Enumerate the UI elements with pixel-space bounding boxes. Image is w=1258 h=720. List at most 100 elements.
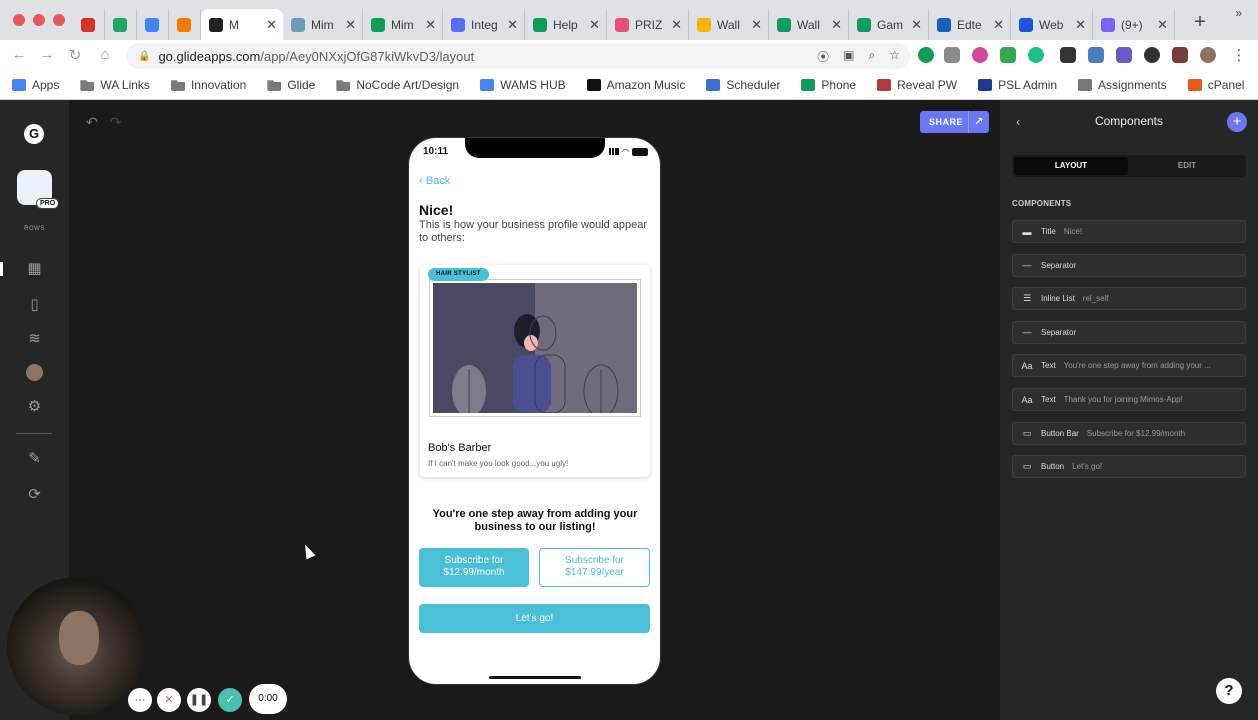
settings-gear-icon[interactable]: ⚙ xyxy=(26,398,43,415)
browser-tab[interactable]: PRIZ ✕ xyxy=(607,9,689,40)
subscribe-yearly-button[interactable]: Subscribe for $147.99/year xyxy=(539,548,650,587)
extension-icon[interactable] xyxy=(1116,47,1132,63)
bookmark-item[interactable]: Reveal PW xyxy=(877,78,957,92)
database-icon[interactable]: ≋ xyxy=(26,330,43,347)
tab-close-icon[interactable]: ✕ xyxy=(425,17,436,33)
tab-close-icon[interactable]: ✕ xyxy=(507,17,518,33)
tab-close-icon[interactable]: ✕ xyxy=(1157,17,1168,33)
help-button[interactable]: ? xyxy=(1216,678,1242,704)
external-link-icon[interactable]: ↗ xyxy=(968,111,989,133)
undo-icon[interactable]: ↶ xyxy=(86,114,98,131)
bookmark-item[interactable]: PSL Admin xyxy=(978,78,1057,92)
component-row[interactable]: ☰ Inline List rel_self xyxy=(1012,287,1246,311)
subscribe-monthly-button[interactable]: Subscribe for $12.99/month xyxy=(419,548,529,587)
browser-tab[interactable]: Wall ✕ xyxy=(689,9,769,40)
tab-close-icon[interactable]: ✕ xyxy=(993,17,1004,33)
browser-tab[interactable]: Integ ✕ xyxy=(443,9,525,40)
component-row[interactable]: — Separator xyxy=(1012,253,1246,277)
share-button[interactable]: SHARE ↗ xyxy=(920,111,989,133)
bookmarks-more-icon[interactable]: » xyxy=(1235,6,1242,20)
glide-logo[interactable]: G xyxy=(24,124,44,144)
tab-edit[interactable]: EDIT xyxy=(1130,157,1244,175)
finish-recording-button[interactable]: ✓ xyxy=(218,688,242,712)
pause-icon[interactable]: ❚❚ xyxy=(187,688,211,712)
bookmark-item[interactable]: Amazon Music xyxy=(586,78,685,92)
pen-icon[interactable]: ✎ xyxy=(26,450,43,467)
lets-go-button[interactable]: Let's go! xyxy=(419,604,650,633)
bookmark-item[interactable]: WA Links xyxy=(80,78,150,92)
reload-icon[interactable]: ↻ xyxy=(66,46,84,64)
browser-tab[interactable]: (9+) ✕ xyxy=(1093,9,1175,40)
sync-icon[interactable]: ⟳ xyxy=(26,486,43,503)
tab-close-icon[interactable]: ✕ xyxy=(831,17,842,33)
bookmark-item[interactable]: NoCode Art/Design xyxy=(336,78,459,92)
bookmark-item[interactable]: cPanel xyxy=(1187,78,1244,92)
extension-icon[interactable] xyxy=(1028,47,1044,63)
forward-arrow-icon[interactable]: → xyxy=(38,46,56,63)
bookmark-item[interactable]: Phone xyxy=(801,78,856,92)
minimize-window-button[interactable] xyxy=(33,14,45,26)
browser-tab[interactable]: Mim ✕ xyxy=(283,9,363,40)
puzzle-icon[interactable] xyxy=(1172,47,1188,63)
menu-dots-icon[interactable]: ⋮ xyxy=(1230,46,1248,64)
camera-icon[interactable]: ▣ xyxy=(843,48,854,65)
tab-close-icon[interactable]: ✕ xyxy=(266,17,277,33)
profile-avatar[interactable] xyxy=(1200,47,1216,63)
zoom-window-button[interactable] xyxy=(53,14,65,26)
browser-tab[interactable] xyxy=(169,9,201,40)
component-row[interactable]: ▭ Button Bar Subscribe for $12.99/month xyxy=(1012,421,1246,445)
back-link[interactable]: ‹ Back xyxy=(419,175,450,187)
star-icon[interactable]: ☆ xyxy=(889,48,900,65)
browser-tab[interactable] xyxy=(105,9,137,40)
browser-tab[interactable] xyxy=(73,9,105,40)
tab-close-icon[interactable]: ✕ xyxy=(671,17,682,33)
extension-icon[interactable] xyxy=(1000,47,1016,63)
business-card[interactable]: HAIR STYLIST Bob's Barber If I can't mak… xyxy=(420,265,650,477)
phone-icon[interactable]: ▯ xyxy=(26,296,43,313)
dark-mode-icon[interactable] xyxy=(1144,47,1160,63)
browser-tab[interactable]: Wall ✕ xyxy=(769,9,849,40)
location-icon[interactable]: ⦿ xyxy=(817,48,829,65)
back-arrow-icon[interactable]: ← xyxy=(10,46,28,63)
tab-close-icon[interactable]: ✕ xyxy=(751,17,762,33)
bookmark-item[interactable]: Apps xyxy=(12,78,59,92)
tab-close-icon[interactable]: ✕ xyxy=(345,17,356,33)
browser-tab[interactable]: Gam ✕ xyxy=(849,9,929,40)
bookmark-item[interactable]: Assignments xyxy=(1078,78,1167,92)
browser-tab[interactable]: Edte ✕ xyxy=(929,9,1011,40)
zoom-icon[interactable]: ⌕ xyxy=(869,48,876,65)
bookmark-item[interactable]: Scheduler xyxy=(706,78,780,92)
bookmark-item[interactable]: Glide xyxy=(267,78,315,92)
component-row[interactable]: — Separator xyxy=(1012,320,1246,344)
address-bar[interactable]: 🔒 go.glideapps.com/app/Aey0NXxjOfG87kiWk… xyxy=(126,43,910,69)
bookmark-item[interactable]: WAMS HUB xyxy=(480,78,566,92)
close-window-button[interactable] xyxy=(13,14,25,26)
tab-close-icon[interactable]: ✕ xyxy=(1075,17,1086,33)
redo-icon[interactable]: ↷ xyxy=(110,114,122,131)
component-row[interactable]: Aa Text You're one step away from adding y… xyxy=(1012,354,1246,378)
extension-icon[interactable] xyxy=(972,47,988,63)
tab-layout[interactable]: LAYOUT xyxy=(1014,157,1128,175)
extension-icon[interactable] xyxy=(1060,47,1076,63)
tab-close-icon[interactable]: ✕ xyxy=(589,17,600,33)
browser-tab[interactable]: Mim ✕ xyxy=(363,9,443,40)
user-avatar[interactable] xyxy=(26,364,43,381)
cancel-recording-button[interactable]: ✕ xyxy=(157,688,181,712)
new-tab-button[interactable]: + xyxy=(1188,11,1212,35)
add-component-button[interactable]: + xyxy=(1227,112,1247,132)
bookmark-item[interactable]: Innovation xyxy=(170,78,246,92)
component-row[interactable]: ▭ Button Let's go! xyxy=(1012,455,1246,479)
extension-icon[interactable] xyxy=(944,47,960,63)
tab-close-icon[interactable]: ✕ xyxy=(911,17,922,33)
browser-tab[interactable]: Web ✕ xyxy=(1011,9,1093,40)
more-options-icon[interactable]: ··· xyxy=(128,688,152,712)
home-icon[interactable]: ⌂ xyxy=(96,46,114,63)
browser-tab[interactable]: Help ✕ xyxy=(525,9,607,40)
component-row[interactable]: Aa Text Thank you for joining Mimos-App! xyxy=(1012,388,1246,411)
browser-tab[interactable]: M ✕ xyxy=(201,9,283,40)
extension-icon[interactable] xyxy=(918,47,934,63)
component-row[interactable]: ▬ Title Nice! xyxy=(1012,220,1246,243)
browser-tab[interactable] xyxy=(137,9,169,40)
extension-icon[interactable] xyxy=(1088,47,1104,63)
layout-icon[interactable]: ▦ xyxy=(26,260,43,277)
